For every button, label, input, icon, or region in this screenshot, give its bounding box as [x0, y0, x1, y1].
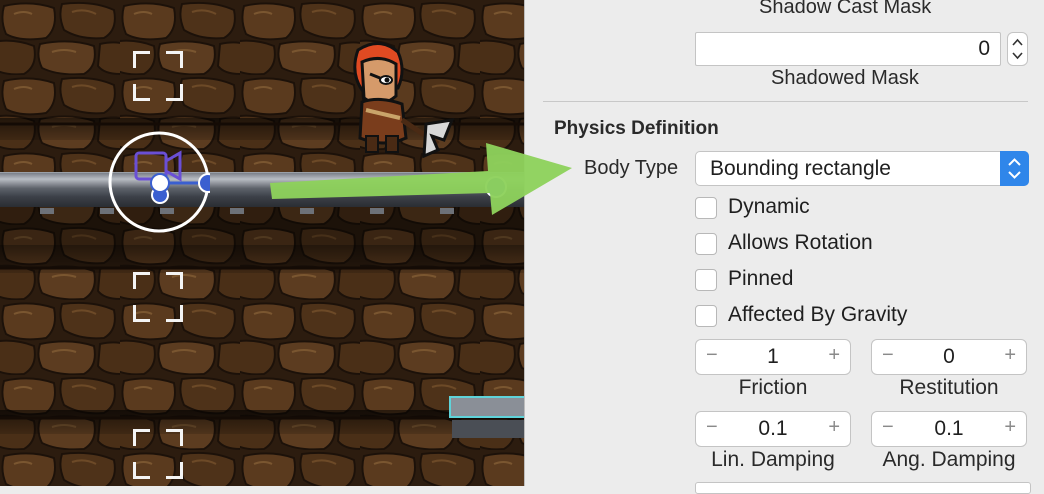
angular-damping-value[interactable]: 0.1	[872, 417, 1026, 441]
restitution-value[interactable]: 0	[872, 345, 1026, 369]
shadowed-mask-label: Shadowed Mask	[771, 67, 919, 89]
angular-damping-stepper[interactable]: − 0.1 +	[871, 411, 1027, 447]
body-type-label: Body Type	[584, 157, 679, 179]
body-type-popup[interactable]: Bounding rectangle	[695, 151, 1029, 186]
scene-editor-canvas[interactable]	[0, 0, 525, 486]
section-divider	[543, 101, 1028, 102]
shadow-cast-mask-label: Shadow Cast Mask	[759, 0, 932, 18]
pinned-label: Pinned	[728, 267, 794, 290]
linear-damping-value[interactable]: 0.1	[696, 417, 850, 441]
next-field-partial[interactable]	[695, 482, 1031, 494]
friction-stepper[interactable]: − 1 +	[695, 339, 851, 375]
shadowed-mask-value: 0	[978, 37, 990, 60]
attributes-inspector: Shadow Cast Mask 0 Shadowed Mask Physics…	[525, 0, 1044, 494]
stepper-arrows-icon	[1012, 38, 1023, 60]
physics-definition-title: Physics Definition	[554, 118, 719, 139]
pinned-checkbox[interactable]	[695, 269, 717, 291]
angular-damping-label: Ang. Damping	[882, 448, 1016, 471]
shadowed-mask-field[interactable]: 0	[695, 32, 1001, 66]
body-type-value: Bounding rectangle	[710, 157, 891, 180]
dynamic-checkbox[interactable]	[695, 197, 717, 219]
bracket-icon[interactable]	[133, 429, 183, 479]
affected-by-gravity-checkbox[interactable]	[695, 305, 717, 327]
linear-damping-label: Lin. Damping	[711, 448, 835, 471]
shadowed-mask-stepper[interactable]	[1007, 32, 1028, 66]
dynamic-label: Dynamic	[728, 195, 810, 218]
popup-arrows-icon	[1000, 151, 1029, 186]
increment-button[interactable]: +	[1004, 344, 1016, 367]
increment-button[interactable]: +	[828, 416, 840, 439]
increment-button[interactable]: +	[828, 344, 840, 367]
friction-label: Friction	[738, 376, 808, 399]
allows-rotation-label: Allows Rotation	[728, 231, 873, 254]
restitution-stepper[interactable]: − 0 +	[871, 339, 1027, 375]
rail-bolts	[40, 208, 454, 214]
camera-node-selection[interactable]	[108, 131, 210, 233]
restitution-label: Restitution	[899, 376, 999, 399]
bracket-icon[interactable]	[133, 272, 183, 322]
friction-value[interactable]: 1	[696, 345, 850, 369]
metal-platform-right[interactable]	[449, 396, 525, 442]
affected-by-gravity-label: Affected By Gravity	[728, 303, 908, 326]
metal-rail-platform[interactable]	[0, 172, 525, 207]
selection-handle-partial[interactable]	[480, 162, 510, 212]
warrior-sprite[interactable]	[340, 40, 460, 162]
axe-icon	[422, 118, 455, 159]
increment-button[interactable]: +	[1004, 416, 1016, 439]
allows-rotation-checkbox[interactable]	[695, 233, 717, 255]
bracket-icon[interactable]	[133, 51, 183, 101]
linear-damping-stepper[interactable]: − 0.1 +	[695, 411, 851, 447]
